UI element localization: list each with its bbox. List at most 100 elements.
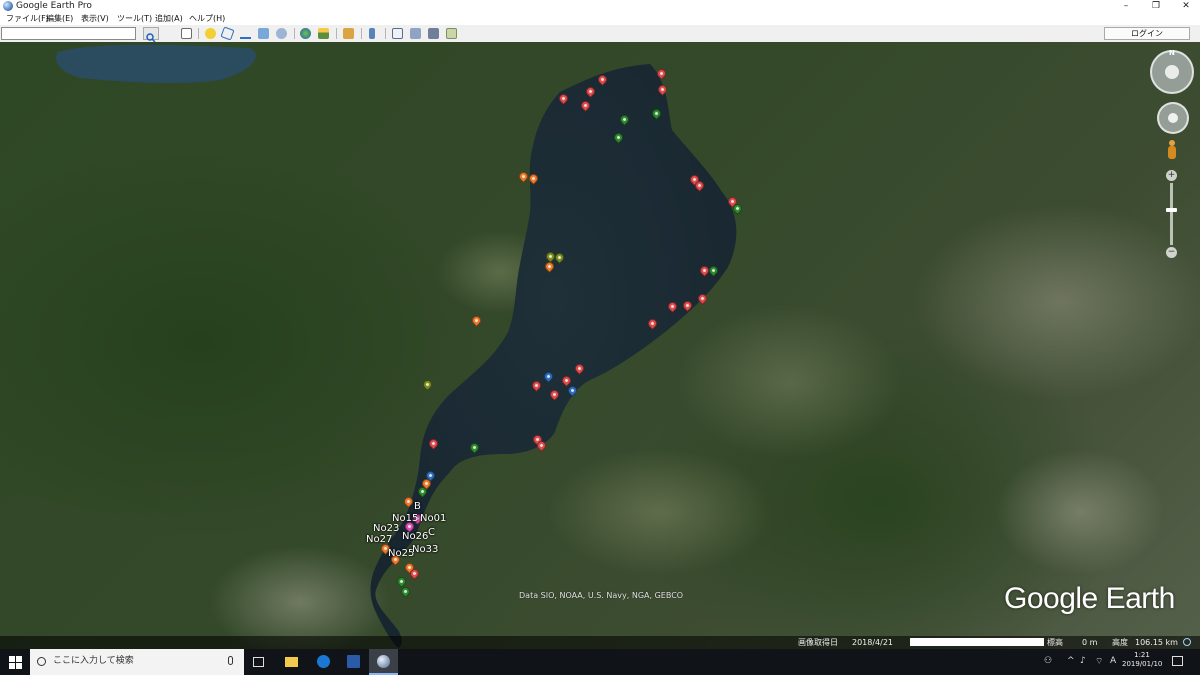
placemark-pin[interactable] — [421, 378, 434, 392]
task-view-button[interactable] — [245, 649, 274, 675]
placemark-pin[interactable] — [618, 113, 631, 127]
placemark-pin[interactable] — [468, 441, 481, 455]
placemark-pin[interactable] — [584, 85, 597, 99]
people-icon[interactable]: ⚇ — [1044, 656, 1052, 666]
toolbar-separator — [361, 28, 362, 39]
placemark-pin[interactable] — [408, 567, 421, 581]
zoom-slider-thumb[interactable] — [1166, 208, 1177, 212]
search-button[interactable] — [143, 27, 159, 43]
placemark-pin[interactable] — [656, 83, 669, 97]
windows-start-button[interactable] — [0, 649, 30, 675]
overlay-icon[interactable] — [258, 28, 269, 39]
zoom-out-button[interactable]: − — [1166, 247, 1177, 258]
zoom-slider[interactable] — [1170, 183, 1173, 245]
network-icon[interactable]: ⌔ — [1095, 656, 1103, 667]
window-title: Google Earth Pro — [16, 1, 92, 11]
placemark-pin[interactable] — [566, 384, 579, 398]
placemark-pin[interactable] — [542, 370, 555, 384]
sunlight-icon[interactable] — [318, 28, 329, 39]
historical-imagery-icon[interactable] — [369, 28, 375, 39]
maps-icon[interactable] — [446, 28, 457, 39]
placemark-pin[interactable] — [543, 260, 556, 274]
look-compass-control[interactable]: N — [1150, 49, 1194, 94]
menu-bar: ファイル(F) 編集(E) 表示(V) ツール(T) 追加(A) ヘルプ(H) — [0, 13, 1200, 25]
file-explorer-button[interactable] — [277, 649, 306, 675]
placemark-pin[interactable] — [530, 379, 543, 393]
placemark-pin[interactable] — [573, 362, 586, 376]
microphone-icon[interactable] — [228, 656, 233, 665]
taskbar-search-box[interactable]: ここに入力して検索 — [30, 649, 244, 675]
maximize-button[interactable]: ❐ — [1140, 0, 1172, 13]
system-clock[interactable]: 1:21 2019/01/10 — [1122, 651, 1162, 669]
placemark-pin[interactable] — [557, 92, 570, 106]
zoom-in-button[interactable]: + — [1166, 170, 1177, 181]
placemark-pin[interactable] — [470, 314, 483, 328]
placemark-pin[interactable] — [427, 437, 440, 451]
imagery-date-label: 画像取得日 — [798, 638, 838, 647]
edge-button[interactable] — [309, 649, 338, 675]
placemark-pin[interactable] — [579, 99, 592, 113]
volume-icon[interactable]: ♪ — [1080, 656, 1086, 666]
placemark-pin[interactable] — [517, 170, 530, 184]
north-indicator: N — [1169, 49, 1175, 57]
move-control[interactable] — [1157, 102, 1189, 134]
sidebar-icon[interactable] — [181, 28, 192, 39]
placemark-pin[interactable] — [681, 299, 694, 313]
placemark-pin[interactable] — [650, 107, 663, 121]
word-button[interactable] — [339, 649, 368, 675]
ruler-icon[interactable] — [343, 28, 354, 39]
eye-icon — [1165, 65, 1179, 79]
google-earth-taskbar-button[interactable] — [369, 649, 398, 675]
placemark-pin[interactable] — [646, 317, 659, 331]
street-view-pegman-icon[interactable] — [1168, 140, 1176, 160]
menu-view[interactable]: 表示(V) — [81, 14, 109, 24]
menu-file[interactable]: ファイル(F) — [6, 14, 49, 24]
menu-tools[interactable]: ツール(T) — [117, 14, 152, 24]
placemark-pin[interactable] — [655, 67, 668, 81]
title-bar: Google Earth Pro – ❐ ✕ — [0, 0, 1200, 13]
placemark-pin[interactable] — [596, 73, 609, 87]
login-button[interactable]: ログイン — [1104, 27, 1190, 40]
save-image-icon[interactable] — [428, 28, 439, 39]
placemark-label: No23 — [373, 523, 400, 534]
menu-edit[interactable]: 編集(E) — [46, 14, 73, 24]
google-earth-app-icon — [3, 1, 13, 11]
placemark-icon[interactable] — [205, 28, 216, 39]
clock-date: 2019/01/10 — [1122, 660, 1163, 668]
imagery-date-value: 2018/4/21 — [852, 638, 894, 647]
minimize-button[interactable]: – — [1110, 0, 1142, 13]
placemark-pin[interactable] — [696, 292, 709, 306]
sky-icon[interactable] — [300, 28, 311, 39]
map-view[interactable]: B No15 No01 No23 C No27 No26 No25 No33 D… — [0, 42, 1200, 649]
placemark-pin[interactable] — [535, 439, 548, 453]
placemark-pin[interactable] — [698, 264, 711, 278]
placemark-pin[interactable] — [612, 131, 625, 145]
action-center-icon[interactable] — [1172, 656, 1183, 666]
placemark-label: No25 — [388, 548, 415, 559]
path-icon[interactable] — [240, 28, 251, 39]
placemark-pin[interactable] — [402, 495, 415, 509]
email-icon[interactable] — [392, 28, 403, 39]
placemark-pin[interactable] — [666, 300, 679, 314]
search-input[interactable] — [1, 27, 136, 40]
menu-help[interactable]: ヘルプ(H) — [189, 14, 225, 24]
placemark-pin[interactable] — [527, 172, 540, 186]
google-earth-logo: Google Earth — [1004, 582, 1175, 615]
placemark-pin[interactable] — [731, 202, 744, 216]
placemark-pin[interactable] — [553, 251, 566, 265]
polygon-icon[interactable] — [220, 26, 235, 41]
toolbar: ログイン — [0, 25, 1200, 43]
lake-water — [56, 44, 737, 648]
menu-add[interactable]: 追加(A) — [155, 14, 183, 24]
placemark-pin[interactable] — [399, 585, 412, 599]
placemark-pin[interactable] — [548, 388, 561, 402]
placemark-label: No01 — [420, 513, 447, 524]
tour-icon[interactable] — [276, 28, 287, 39]
placemark-pin[interactable] — [693, 179, 706, 193]
close-button[interactable]: ✕ — [1170, 0, 1200, 13]
print-icon[interactable] — [410, 28, 421, 39]
show-hidden-icons-chevron-icon[interactable]: ^ — [1067, 656, 1075, 666]
placemark-pin[interactable] — [416, 485, 429, 499]
ime-indicator[interactable]: A — [1110, 656, 1116, 666]
placemark-pin[interactable] — [707, 264, 720, 278]
